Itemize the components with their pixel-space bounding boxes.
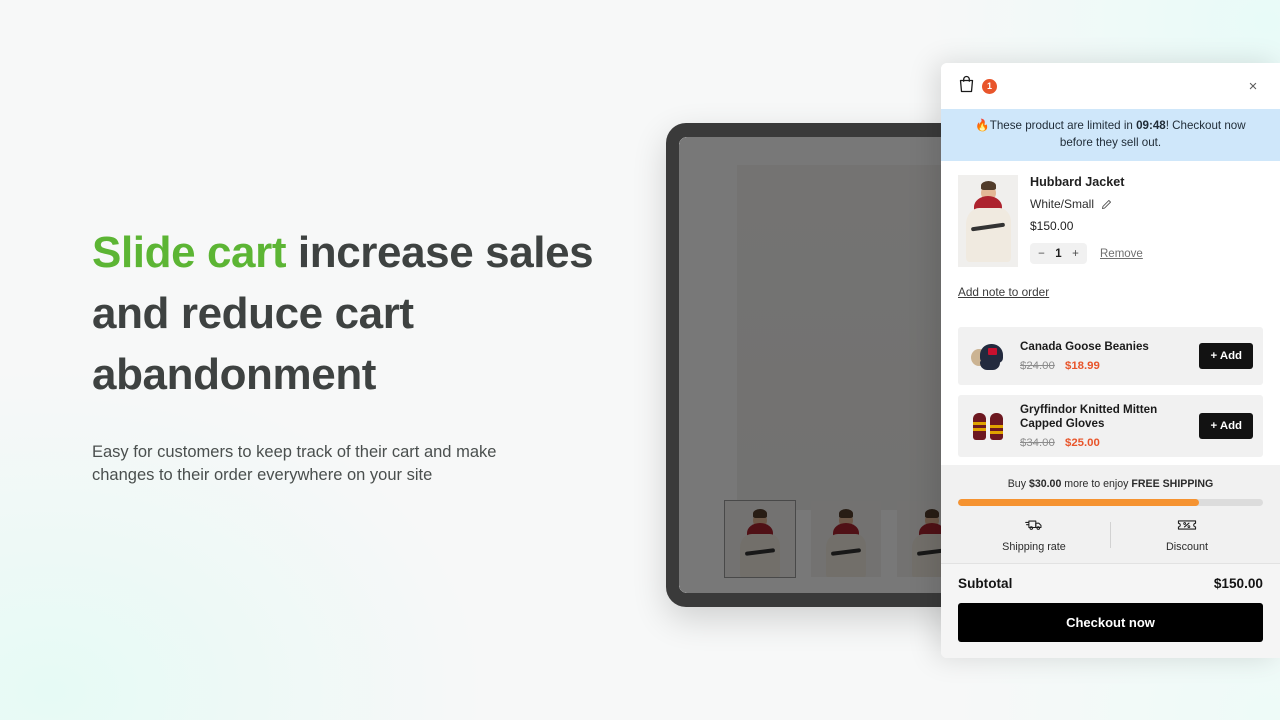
quantity-decrement-button[interactable]: − — [1033, 248, 1050, 260]
progress-bar-fill — [958, 499, 1199, 506]
upsell-list: Canada Goose Beanies $24.00 $18.99 + Add — [941, 301, 1280, 457]
upsell-compare-price: $34.00 — [1020, 437, 1055, 449]
mitten-stripe — [973, 428, 986, 431]
checkout-button[interactable]: Checkout now — [958, 603, 1263, 642]
urgency-announcement-bar: 🔥These product are limited in 09:48! Che… — [941, 109, 1280, 161]
line-item-price: $150.00 — [1030, 219, 1074, 233]
mitten-stripe — [990, 431, 1003, 434]
upsell-card: Canada Goose Beanies $24.00 $18.99 + Add — [958, 327, 1263, 385]
mitten-stripe — [990, 425, 1003, 428]
line-item-image[interactable] — [958, 175, 1018, 267]
quantity-stepper: − 1 + — [1030, 243, 1087, 264]
remove-item-link[interactable]: Remove — [1100, 248, 1143, 260]
subtotal-label: Subtotal — [958, 576, 1013, 591]
trapper-hat-icon — [968, 335, 1010, 377]
coupon-icon — [1177, 518, 1197, 537]
upsell-info: Canada Goose Beanies $24.00 $18.99 — [1020, 340, 1189, 372]
free-shipping-message: Buy $30.00 more to enjoy FREE SHIPPING — [958, 478, 1263, 490]
knitted-mittens-icon — [968, 405, 1010, 447]
li-hair — [981, 181, 996, 190]
add-upsell-button[interactable]: + Add — [1199, 343, 1253, 369]
cart-bag-group: 1 — [958, 75, 997, 98]
discount-label: Discount — [1165, 540, 1208, 553]
line-item-controls: − 1 + Remove — [1030, 243, 1263, 264]
cart-items-area: Hubbard Jacket White/Small $150.00 − 1 + — [941, 161, 1280, 465]
quantity-value[interactable]: 1 — [1050, 248, 1067, 260]
close-icon[interactable]: × — [1243, 76, 1263, 96]
line-item-variant-row: White/Small — [1030, 197, 1263, 211]
upsell-sale-price: $18.99 — [1065, 360, 1100, 372]
add-note-link[interactable]: Add note to order — [958, 285, 1049, 299]
fire-icon: 🔥 — [975, 119, 990, 132]
countdown-timer: 09:48 — [1136, 119, 1166, 132]
pencil-icon[interactable] — [1101, 199, 1112, 210]
cart-header: 1 × — [941, 63, 1280, 109]
upsell-title[interactable]: Canada Goose Beanies — [1020, 340, 1189, 354]
upsell-sale-price: $25.00 — [1065, 437, 1100, 449]
upsell-card: Gryffindor Knitted Mitten Capped Gloves … — [958, 395, 1263, 457]
upsell-info: Gryffindor Knitted Mitten Capped Gloves … — [1020, 403, 1189, 449]
quantity-increment-button[interactable]: + — [1067, 248, 1084, 260]
hat-logo-patch — [988, 348, 997, 355]
upsell-price-row: $24.00 $18.99 — [1020, 360, 1189, 372]
shipping-middle: more to enjoy — [1061, 478, 1132, 490]
headline-accent: Slide cart — [92, 228, 287, 277]
cart-perks-row: Shipping rate Discount — [958, 517, 1263, 553]
upsell-title[interactable]: Gryffindor Knitted Mitten Capped Gloves — [1020, 403, 1189, 431]
upsell-compare-price: $24.00 — [1020, 360, 1055, 372]
announcement-prefix: These product are limited in — [989, 119, 1137, 132]
shopping-bag-icon — [958, 75, 975, 98]
cart-line-item: Hubbard Jacket White/Small $150.00 − 1 + — [941, 161, 1280, 267]
subtotal-row: Subtotal $150.00 — [958, 576, 1263, 591]
cart-item-count-badge: 1 — [982, 78, 997, 94]
truck-icon — [1024, 517, 1044, 537]
mitten-stripe — [973, 422, 986, 425]
cart-footer: Buy $30.00 more to enjoy FREE SHIPPING S… — [941, 465, 1280, 563]
add-upsell-button[interactable]: + Add — [1199, 413, 1253, 439]
mitten-left — [973, 413, 986, 440]
shipping-rate-perk[interactable]: Shipping rate — [958, 517, 1110, 553]
hero-subcopy: Easy for customers to keep track of thei… — [92, 443, 497, 484]
upsell-price-row: $34.00 $25.00 — [1020, 437, 1189, 449]
shipping-prefix: Buy — [1007, 478, 1029, 490]
li-body — [966, 208, 1011, 262]
page-title: Slide cart increase sales and reduce car… — [92, 222, 652, 405]
line-item-variant-label: White/Small — [1030, 197, 1095, 211]
subtotal-value: $150.00 — [1213, 576, 1263, 591]
cart-totals: Subtotal $150.00 Checkout now — [941, 563, 1280, 658]
shipping-rate-label: Shipping rate — [1002, 541, 1066, 553]
line-item-info: Hubbard Jacket White/Small $150.00 − 1 + — [1030, 175, 1263, 267]
free-shipping-goal: FREE SHIPPING — [1131, 478, 1214, 490]
hat-ear-flap — [980, 360, 1000, 370]
line-item-title[interactable]: Hubbard Jacket — [1030, 175, 1263, 189]
hero-copy: Slide cart increase sales and reduce car… — [92, 222, 652, 487]
free-shipping-progress-bar — [958, 499, 1263, 506]
slide-cart-drawer: 1 × 🔥These product are limited in 09:48!… — [941, 63, 1280, 658]
shipping-remaining-amount: $30.00 — [1028, 478, 1062, 490]
discount-perk[interactable]: Discount — [1111, 518, 1263, 553]
